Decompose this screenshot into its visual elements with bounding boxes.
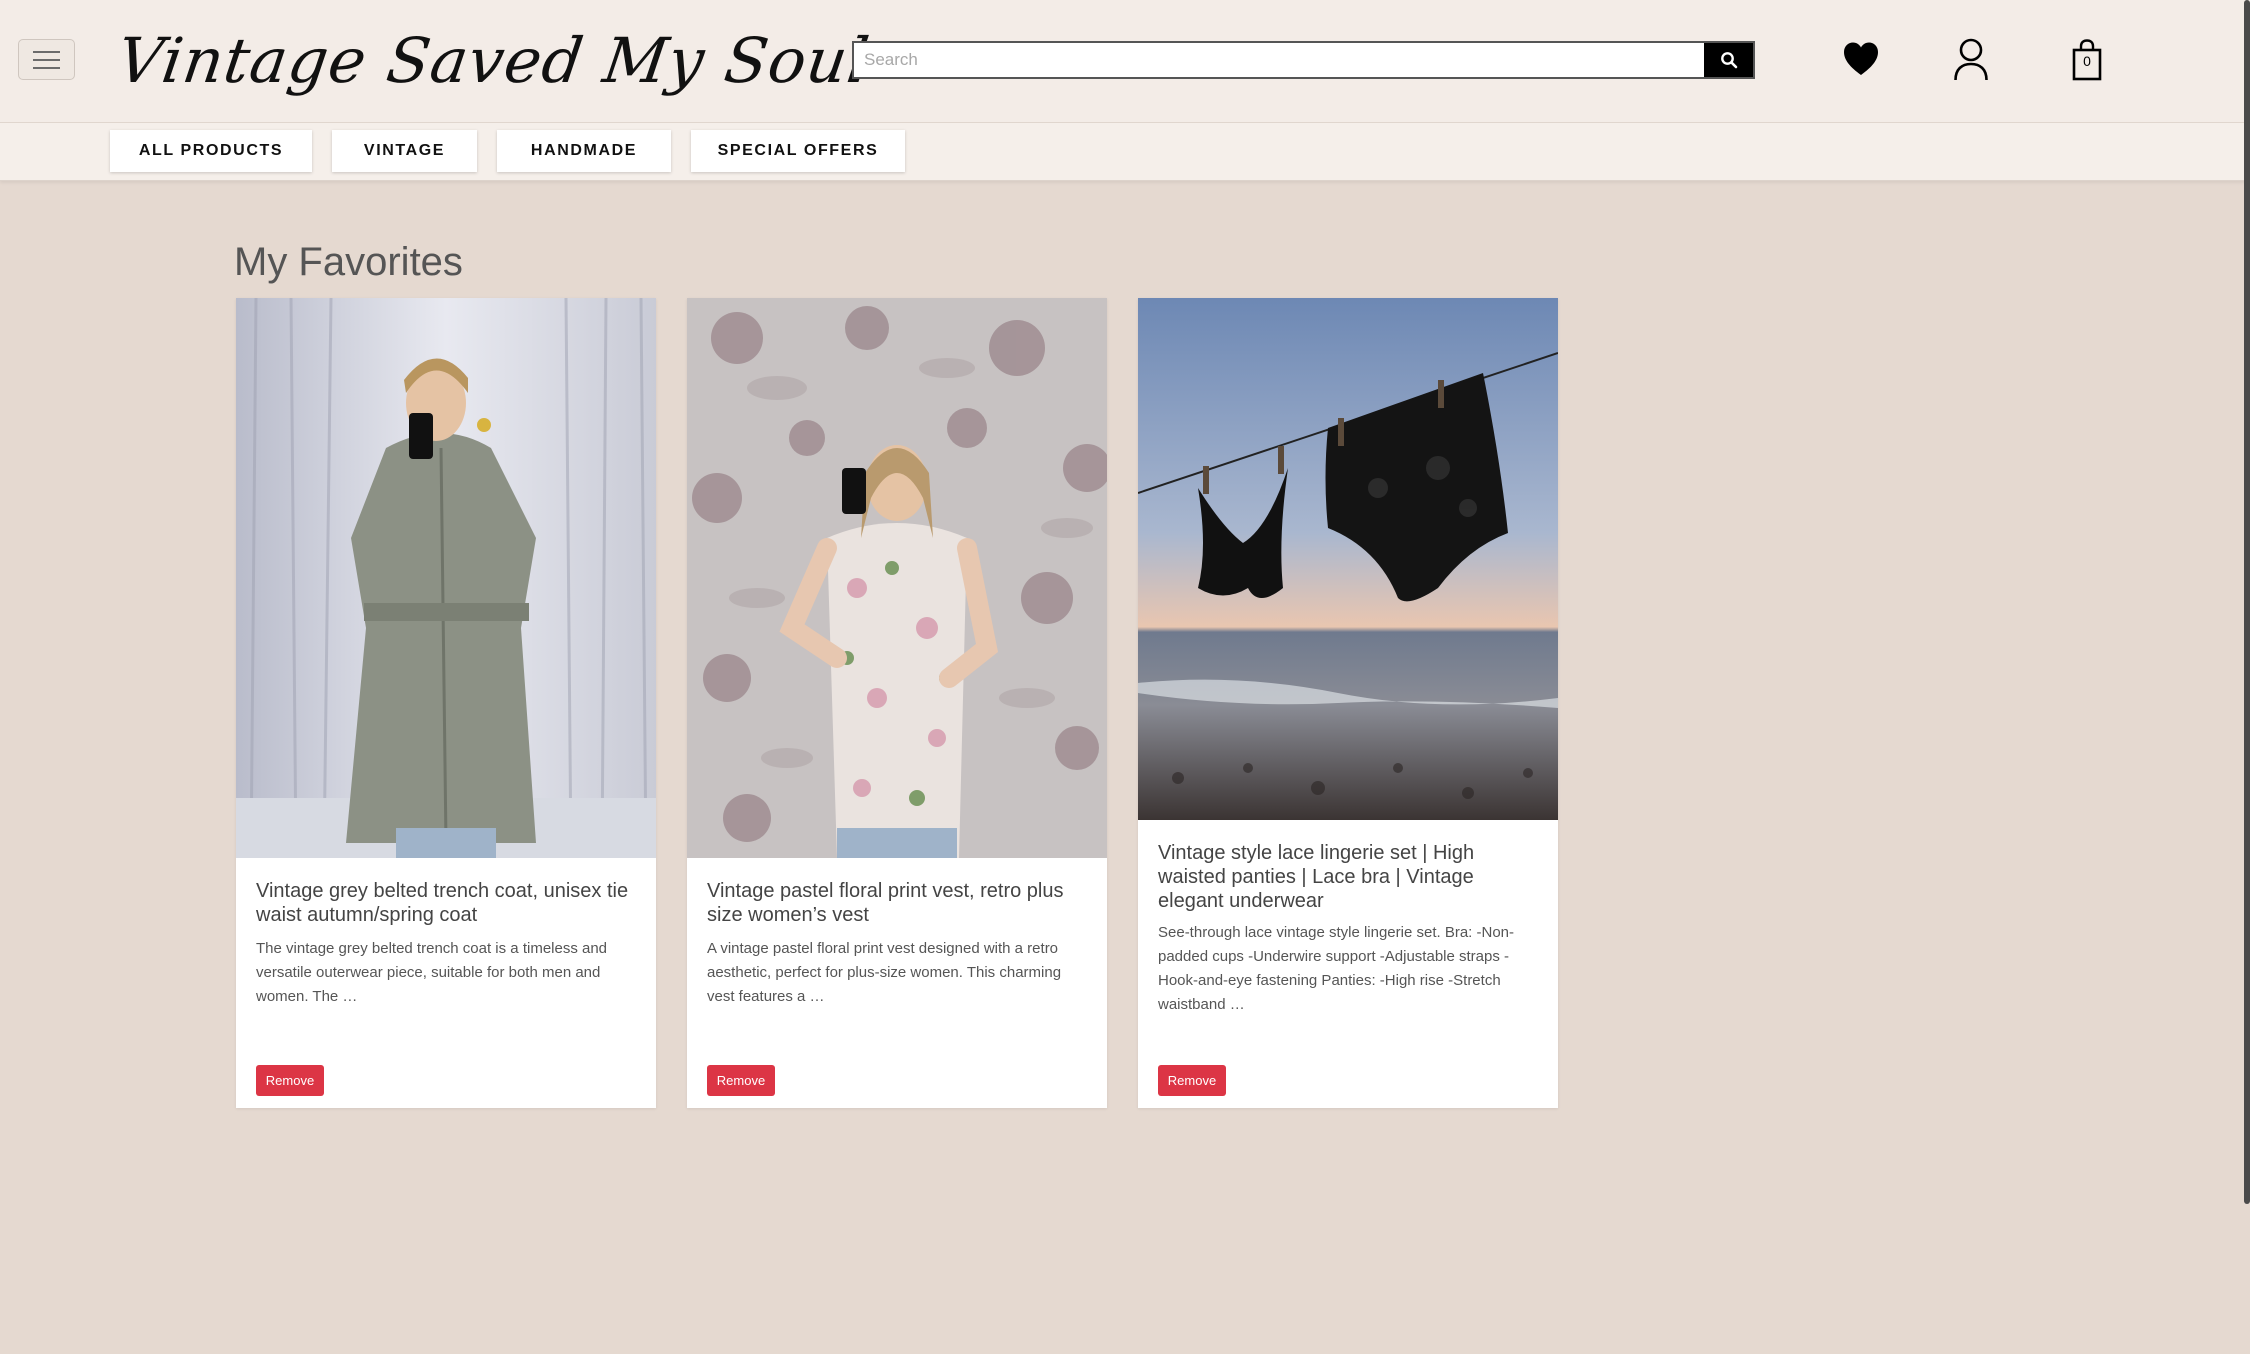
page-scrollbar[interactable] <box>2244 0 2250 1204</box>
remove-button[interactable]: Remove <box>707 1065 775 1096</box>
favorite-card: Vintage style lace lingerie set | High w… <box>1138 298 1558 1108</box>
site-logo[interactable]: Vintage Saved My Soul <box>112 16 874 106</box>
nav-all-products[interactable]: ALL PRODUCTS <box>110 130 312 172</box>
menu-toggle-button[interactable] <box>18 39 75 80</box>
remove-button[interactable]: Remove <box>256 1065 324 1096</box>
product-image-trench-coat[interactable] <box>236 298 656 858</box>
favorites-button[interactable] <box>1842 41 1880 77</box>
cart-button[interactable]: 0 <box>2072 39 2102 81</box>
user-icon <box>1954 38 1988 81</box>
page-title: My Favorites <box>234 240 463 284</box>
account-button[interactable] <box>1953 38 1989 82</box>
product-image-lace-lingerie[interactable] <box>1138 298 1558 820</box>
product-description: A vintage pastel floral print vest desig… <box>707 940 1062 1005</box>
product-description: See-through lace vintage style lingerie … <box>1158 924 1515 1013</box>
nav-handmade[interactable]: HANDMADE <box>497 130 671 172</box>
category-nav: ALL PRODUCTS VINTAGE HANDMADE SPECIAL OF… <box>0 123 2250 181</box>
search-icon <box>1720 52 1737 69</box>
product-title[interactable]: Vintage style lace lingerie set | High w… <box>1158 841 1543 913</box>
search-button[interactable] <box>1704 43 1753 77</box>
cart-count-badge: 0 <box>2083 53 2091 69</box>
nav-vintage[interactable]: VINTAGE <box>332 130 477 172</box>
product-title[interactable]: Vintage pastel floral print vest, retro … <box>707 879 1092 927</box>
product-image-floral-vest[interactable] <box>687 298 1107 858</box>
menu-icon <box>33 50 60 53</box>
heart-icon <box>1844 42 1878 75</box>
search-input[interactable] <box>854 43 1704 77</box>
search-bar <box>852 41 1755 79</box>
product-title[interactable]: Vintage grey belted trench coat, unisex … <box>256 879 641 927</box>
favorite-card: Vintage pastel floral print vest, retro … <box>687 298 1107 1108</box>
product-description: The vintage grey belted trench coat is a… <box>256 940 608 1005</box>
nav-special-offers[interactable]: SPECIAL OFFERS <box>691 130 905 172</box>
site-header: Vintage Saved My Soul 0 <box>0 0 2250 123</box>
favorite-card: Vintage grey belted trench coat, unisex … <box>236 298 656 1108</box>
remove-button[interactable]: Remove <box>1158 1065 1226 1096</box>
